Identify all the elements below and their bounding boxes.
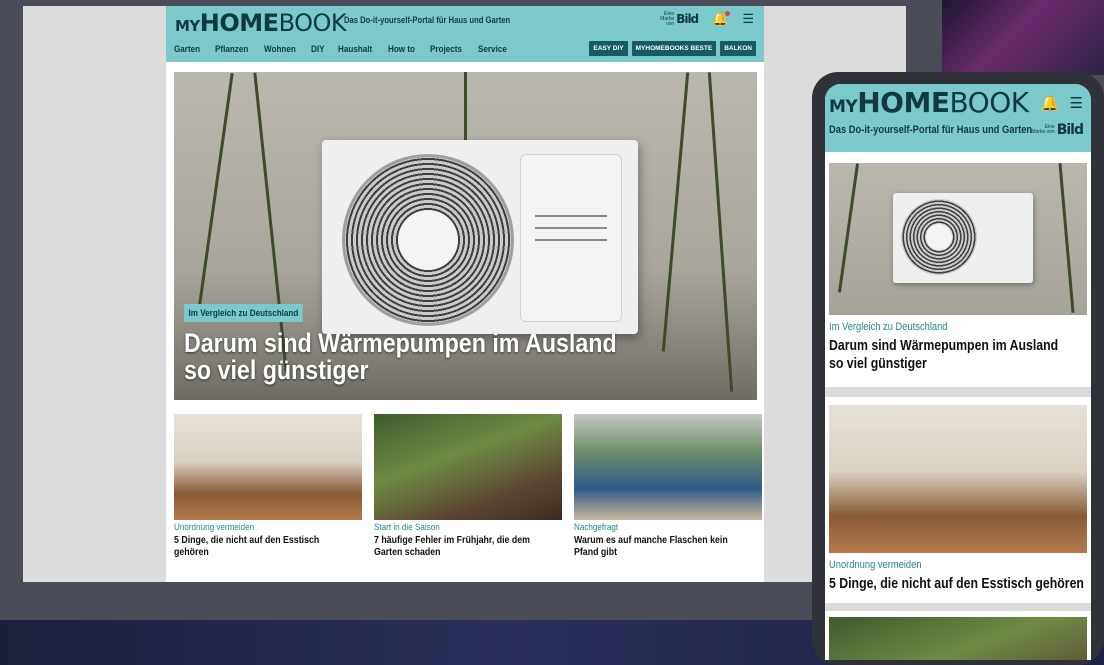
hero-image-vine [253,72,288,372]
hamburger-menu-icon[interactable]: ☰ [742,11,754,27]
site-tagline: Das Do-it-yourself-Portal für Haus und G… [344,15,511,25]
mobile-article-category[interactable]: Im Vergleich zu Deutschland [829,321,1048,333]
hero-image-vine [707,72,734,392]
mobile-article-category[interactable]: Unordnung vermeiden [829,559,1048,571]
pill-easy-diy[interactable]: EASY DIY [589,41,628,56]
phone-frame: MYHOMEBOOK 🔔 ☰ Das Do-it-yourself-Portal… [812,72,1104,665]
pill-myhomebooks-beste[interactable]: MYHOMEBOOKS BESTE [631,41,717,56]
pill-balkon[interactable]: BALKON [720,41,756,56]
site-header: MYHOMEBOOK Das Do-it-yourself-Portal für… [166,6,764,62]
teaser-image-supermarket[interactable] [574,414,762,520]
nav-item-diy[interactable]: DIY [311,44,325,54]
logo-book: BOOK [949,86,1029,119]
nav-item-wohnen[interactable]: Wohnen [264,44,296,54]
hero-image-vine [197,72,234,312]
divider [825,603,1091,611]
bild-badge[interactable]: Eine Marke von Bild [652,10,699,27]
hero-image-vine [464,72,467,142]
logo-my: MY [175,17,200,35]
teaser-title[interactable]: 7 häufige Fehler im Frühjahr, die dem Ga… [374,535,554,559]
hero-title[interactable]: Darum sind Wärmepumpen im Ausland so vie… [184,330,648,384]
hero-image-heat-pump [322,140,638,334]
desktop-site: MYHOMEBOOK Das Do-it-yourself-Portal für… [166,6,764,582]
bell-icon[interactable]: 🔔 [712,11,731,27]
mobile-teaser-image-gardening[interactable] [829,617,1087,660]
nav-item-service[interactable]: Service [478,44,507,54]
logo-my: MY [829,97,858,117]
mobile-header-icons: 🔔 ☰ [1041,94,1083,112]
teaser-card[interactable]: Unordnung vermeiden 5 Dinge, die nicht a… [174,414,362,559]
hero-teaser[interactable]: Im Vergleich zu Deutschland Darum sind W… [174,72,757,400]
hero-image-vine [661,72,690,352]
teaser-image-gardening[interactable] [374,414,562,520]
bild-badge-caption: Eine Marke von [660,10,675,27]
mobile-article-title[interactable]: Darum sind Wärmepumpen im Ausland so vie… [829,337,1075,373]
teaser-category: Unordnung vermeiden [174,522,255,532]
heat-pump-fan-hub [926,224,952,250]
nav-item-garten[interactable]: Garten [174,44,200,54]
teaser-cards: Unordnung vermeiden 5 Dinge, die nicht a… [174,414,762,559]
backdrop-accent [942,0,1104,75]
teaser-title[interactable]: 5 Dinge, die nicht auf den Esstisch gehö… [174,535,354,559]
mobile-logo[interactable]: MYHOMEBOOK [829,86,1029,119]
site-logo[interactable]: MYHOMEBOOK [175,9,347,37]
logo-book: BOOK [278,9,347,37]
notification-dot [725,11,731,16]
teaser-card[interactable]: Nachgefragt Warum es auf manche Flaschen… [574,414,762,559]
bild-logo: Bild [676,12,699,26]
heat-pump-fan-hub [398,210,458,270]
heat-pump [893,193,1033,283]
nav-item-projects[interactable]: Projects [430,44,462,54]
nav-item-haushalt[interactable]: Haushalt [338,44,372,54]
mobile-article-title[interactable]: 5 Dinge, die nicht auf den Esstisch gehö… [829,575,1091,593]
teaser-category: Nachgefragt [574,522,619,532]
topic-pills: EASY DIY MYHOMEBOOKS BESTE BALKON [589,41,756,56]
main-nav: Garten Pflanzen Wohnen DIY Haushalt How … [174,44,510,54]
bild-badge[interactable]: Eine Marke von Bild [1031,122,1084,138]
bell-icon[interactable]: 🔔 [1041,94,1060,112]
bild-badge-caption: Eine Marke von [1031,124,1055,135]
teaser-card[interactable]: Start in die Saison 7 häufige Fehler im … [374,414,562,559]
hamburger-menu-icon[interactable]: ☰ [1070,94,1083,112]
mobile-tagline: Das Do-it-yourself-Portal für Haus und G… [829,124,1033,136]
heat-pump-fan [342,154,514,326]
nav-item-pflanzen[interactable]: Pflanzen [215,44,248,54]
mobile-site: MYHOMEBOOK 🔔 ☰ Das Do-it-yourself-Portal… [825,84,1091,660]
teaser-title[interactable]: Warum es auf manche Flaschen kein Pfand … [574,535,754,559]
teaser-category: Start in die Saison [374,522,440,532]
hero-image-vine [837,163,860,293]
mobile-header: MYHOMEBOOK 🔔 ☰ Das Do-it-yourself-Portal… [825,84,1091,152]
logo-home: HOME [199,9,279,37]
heat-pump-fan [901,199,977,275]
teaser-image-dining-room[interactable] [174,414,362,520]
divider [825,387,1091,397]
bild-logo: Bild [1056,122,1084,138]
mobile-hero-image[interactable] [829,163,1087,315]
logo-home: HOME [857,86,950,119]
mobile-teaser-image-dining-room[interactable] [829,405,1087,553]
hero-category[interactable]: Im Vergleich zu Deutschland [184,304,303,322]
heat-pump-panel [520,154,622,322]
hero-image-vine [1058,163,1075,313]
nav-item-how-to[interactable]: How to [388,44,415,54]
header-icons: Eine Marke von Bild 🔔 ☰ [652,11,754,27]
